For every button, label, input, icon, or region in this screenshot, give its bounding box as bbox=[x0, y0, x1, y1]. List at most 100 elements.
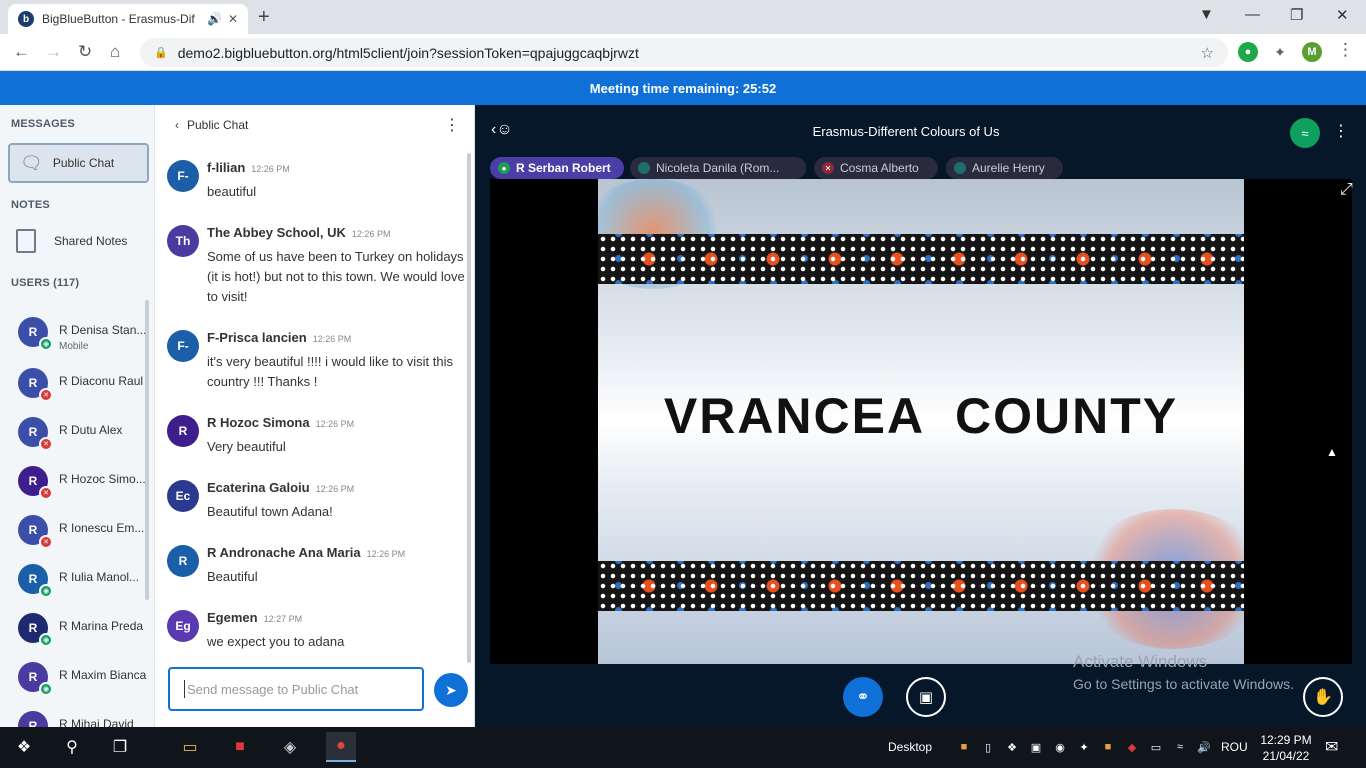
browser-menu-icon[interactable]: ⋮ bbox=[1337, 40, 1354, 60]
tab-search-icon[interactable]: ▼ bbox=[1199, 6, 1214, 23]
user-device-label: Mobile bbox=[59, 341, 89, 352]
message-text: Beautiful bbox=[207, 569, 258, 584]
sidebar-item-public-chat[interactable]: 🗨 Public Chat bbox=[8, 143, 149, 183]
home-icon[interactable]: ⌂ bbox=[110, 42, 120, 62]
user-list-item[interactable]: R ✕ R Hozoc Simo... bbox=[18, 462, 148, 502]
file-explorer-icon[interactable]: ▭ bbox=[178, 736, 202, 758]
message-author: R Andronache Ana Maria 12:26 PM bbox=[207, 545, 406, 560]
tab-close-icon[interactable]: ✕ bbox=[228, 12, 238, 26]
muted-microphone-icon: ✕ bbox=[822, 162, 834, 174]
user-avatar: R bbox=[18, 711, 48, 727]
user-list-item[interactable]: R ✕ R Diaconu Raul bbox=[18, 364, 148, 404]
bookmark-star-icon[interactable]: ☆ bbox=[1201, 44, 1214, 62]
public-chat-panel: ‹ Public Chat ⋮ F- f-lilian 12:26 PM beau… bbox=[155, 105, 475, 727]
message-author: Ecaterina Galoiu 12:26 PM bbox=[207, 480, 355, 495]
user-list-item[interactable]: R ◉ R Iulia Manol... bbox=[18, 560, 148, 600]
search-icon[interactable]: ⚲ bbox=[60, 736, 84, 758]
tray-app-icon[interactable]: ■ bbox=[956, 740, 972, 754]
user-list-item[interactable]: R R Mihai David bbox=[18, 707, 148, 727]
user-list-item[interactable]: R ✕ R Ionescu Em... bbox=[18, 511, 148, 551]
notification-center-icon[interactable]: ✉ bbox=[1325, 737, 1338, 757]
input-language[interactable]: ROU bbox=[1221, 740, 1248, 754]
chat-bubbles-icon: 🗨 bbox=[20, 152, 43, 173]
chrome-icon[interactable]: ● bbox=[326, 732, 356, 762]
battery-icon[interactable]: ▭ bbox=[1148, 740, 1164, 754]
extension-green-icon[interactable]: ● bbox=[1238, 42, 1258, 62]
muted-mic-icon: ✕ bbox=[39, 437, 53, 451]
message-text: Some of us have been to Turkey on holida… bbox=[207, 249, 465, 304]
tray-tools-icon[interactable]: ✦ bbox=[1076, 740, 1092, 754]
message-time: 12:26 PM bbox=[351, 229, 391, 239]
reload-icon[interactable]: ↻ bbox=[78, 42, 92, 62]
acrobat-icon[interactable]: ■ bbox=[228, 736, 252, 758]
meeting-time-banner: Meeting time remaining: 25:52 bbox=[0, 71, 1366, 105]
chat-scrollbar[interactable] bbox=[467, 153, 471, 663]
security-icon[interactable]: ❖ bbox=[1004, 740, 1020, 754]
message-time: 12:26 PM bbox=[366, 549, 406, 559]
chat-header[interactable]: ‹ Public Chat bbox=[155, 105, 475, 145]
chevron-left-icon[interactable]: ‹ bbox=[175, 118, 179, 132]
forward-arrow-icon[interactable]: → bbox=[45, 42, 62, 62]
task-view-icon[interactable]: ❐ bbox=[108, 736, 132, 758]
send-message-button[interactable]: ➤ bbox=[434, 673, 468, 707]
talking-indicator[interactable]: Aurelie Henry bbox=[946, 157, 1063, 179]
talking-indicator[interactable]: Nicoleta Danila (Rom... bbox=[630, 157, 806, 179]
back-arrow-icon[interactable]: ← bbox=[13, 42, 30, 62]
clock-date: 21/04/22 bbox=[1262, 749, 1310, 763]
speaker-icon[interactable]: 🔊 bbox=[207, 12, 222, 26]
beaded-band-decoration bbox=[598, 561, 1244, 611]
url-field[interactable]: 🔒 demo2.bigbluebutton.org/html5client/jo… bbox=[140, 38, 1228, 67]
new-tab-icon[interactable]: + bbox=[258, 6, 270, 29]
extensions-puzzle-icon[interactable]: ✦ bbox=[1270, 42, 1290, 62]
headphones-status-icon: ◉ bbox=[39, 584, 53, 598]
connection-status-icon[interactable]: ≈ bbox=[1290, 118, 1320, 148]
camera-off-button[interactable]: ▣ bbox=[906, 677, 946, 717]
talker-name: Aurelie Henry bbox=[972, 161, 1045, 175]
activate-windows-watermark: Activate Windows bbox=[1073, 652, 1208, 671]
user-list-item[interactable]: R ✕ R Dutu Alex bbox=[18, 413, 148, 453]
user-list-item[interactable]: R ◉ R Denisa Stan... Mobile bbox=[18, 313, 148, 353]
message-author: R Hozoc Simona 12:26 PM bbox=[207, 415, 355, 430]
message-author: F-Prisca lancien 12:26 PM bbox=[207, 330, 352, 345]
system-clock[interactable]: 12:29 PM 21/04/22 bbox=[1260, 732, 1312, 764]
chat-message-input[interactable]: Send message to Public Chat bbox=[168, 667, 424, 711]
network-app-icon[interactable]: ◉ bbox=[1052, 740, 1068, 754]
minimize-icon[interactable]: — bbox=[1245, 6, 1260, 23]
user-name: R Diaconu Raul bbox=[59, 374, 144, 388]
talking-indicator[interactable]: ✕ Cosma Alberto bbox=[814, 157, 938, 179]
talking-indicator[interactable]: ● R Serban Robert bbox=[490, 157, 624, 179]
desktop-toolbar-label[interactable]: Desktop bbox=[888, 740, 932, 754]
sidebar-item-shared-notes[interactable]: Shared Notes bbox=[16, 229, 127, 253]
user-list-item[interactable]: R ◉ R Marina Preda bbox=[18, 609, 148, 649]
message-text: we expect you to adana bbox=[207, 634, 345, 649]
window-close-icon[interactable]: ✕ bbox=[1336, 6, 1349, 24]
microphone-icon bbox=[954, 162, 966, 174]
windows-start-icon[interactable]: ❖ bbox=[12, 736, 36, 758]
raise-hand-button[interactable]: ✋ bbox=[1303, 677, 1343, 717]
message-avatar: Eg bbox=[167, 610, 199, 642]
audio-headphones-button[interactable]: ⚭ bbox=[843, 677, 883, 717]
wifi-icon[interactable]: ≈ bbox=[1172, 740, 1188, 754]
antivirus-shield-icon[interactable]: ◆ bbox=[1124, 740, 1140, 754]
notes-section-label: NOTES bbox=[11, 199, 50, 211]
display-icon[interactable]: ▣ bbox=[1028, 740, 1044, 754]
restore-icon[interactable]: ❐ bbox=[1290, 6, 1303, 24]
profile-avatar[interactable]: M bbox=[1302, 42, 1322, 62]
volume-icon[interactable]: 🔊 bbox=[1196, 740, 1212, 754]
usb-icon[interactable]: ▯ bbox=[980, 740, 996, 754]
microphone-icon: ● bbox=[498, 162, 510, 174]
user-list-item[interactable]: R ◉ R Maxim Bianca bbox=[18, 658, 148, 698]
messages-section-label: MESSAGES bbox=[11, 118, 75, 130]
browser-tab[interactable]: b BigBlueButton - Erasmus-Dif 🔊 ✕ bbox=[8, 4, 248, 34]
user-list-scrollbar[interactable] bbox=[145, 300, 149, 600]
meeting-options-icon[interactable]: ⋮ bbox=[1333, 121, 1349, 141]
message-author: The Abbey School, UK 12:26 PM bbox=[207, 225, 391, 240]
fullscreen-icon[interactable]: ⤢ bbox=[1340, 181, 1353, 199]
windows-taskbar: ❖ ⚲ ❐ ▭ ■ ◈ ● Desktop ■ ▯ ❖ ▣ ◉ ✦ ■ ◆ ▭ … bbox=[0, 727, 1366, 768]
tray-badge-icon[interactable]: ■ bbox=[1100, 740, 1116, 754]
url-text: demo2.bigbluebutton.org/html5client/join… bbox=[177, 44, 639, 61]
paint-app-icon[interactable]: ◈ bbox=[278, 736, 302, 758]
chat-options-icon[interactable]: ⋮ bbox=[444, 115, 460, 135]
message-avatar: R bbox=[167, 545, 199, 577]
tab-title: BigBlueButton - Erasmus-Dif bbox=[42, 12, 195, 26]
